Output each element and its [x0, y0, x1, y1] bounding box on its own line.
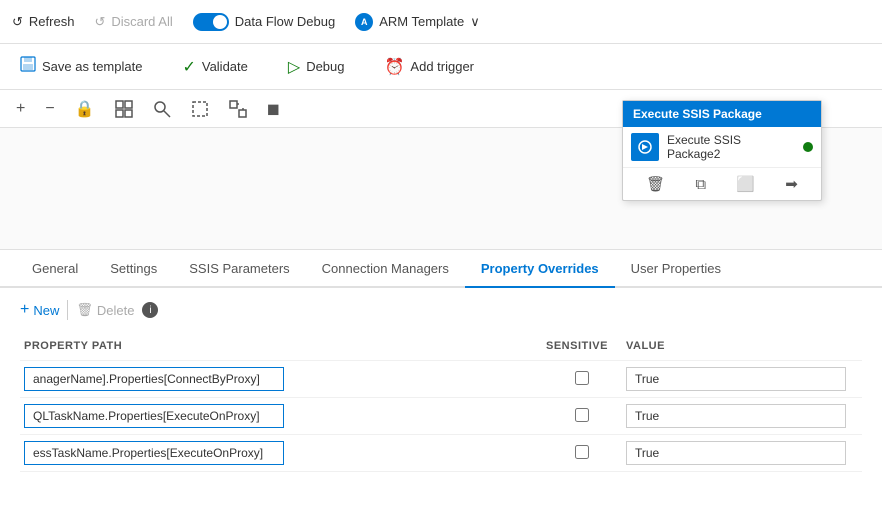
property-path-input-0[interactable] [24, 367, 284, 391]
arrow-activity-button[interactable]: ➡ [782, 172, 801, 196]
grid-tool[interactable]: ◼ [267, 99, 280, 119]
lock-tool[interactable]: 🔒 [75, 99, 95, 119]
toggle-switch[interactable] [193, 13, 229, 31]
col-header-value: VALUE [622, 336, 862, 361]
refresh-label: Refresh [29, 14, 75, 29]
ssis-card-header: Execute SSIS Package [623, 101, 821, 127]
debug-button[interactable]: ▷ Debug [280, 53, 353, 81]
save-template-button[interactable]: Save as template [12, 52, 150, 81]
sensitive-checkbox-1[interactable] [575, 408, 589, 422]
trigger-icon: ⏰ [385, 57, 405, 77]
zoom-tool[interactable] [229, 100, 247, 118]
table-header-row: PROPERTY PATH SENSITIVE VALUE [20, 336, 862, 361]
validate-button[interactable]: ✓ Validate [174, 53, 255, 81]
ssis-package-card: Execute SSIS Package Execute SSIS Packag… [622, 100, 822, 201]
tab-ssis-parameters-label: SSIS Parameters [189, 261, 289, 276]
tab-property-overrides-label: Property Overrides [481, 261, 599, 276]
top-bar: ↺ Refresh ↺ Discard All Data Flow Debug … [0, 0, 882, 44]
value-input-1[interactable] [626, 404, 846, 428]
tab-general[interactable]: General [16, 250, 94, 288]
discard-label: Discard All [111, 14, 172, 29]
plus-icon: + [20, 301, 29, 319]
refresh-button[interactable]: ↺ Refresh [12, 14, 74, 30]
debug-label: Data Flow Debug [235, 14, 335, 29]
debug-icon: ▷ [288, 57, 300, 77]
table-row [20, 361, 862, 398]
status-dot [803, 142, 813, 152]
trash-icon: 🗑 [76, 302, 93, 318]
property-path-input-1[interactable] [24, 404, 284, 428]
property-table: PROPERTY PATH SENSITIVE VALUE [20, 336, 862, 472]
clone-activity-button[interactable]: ⧉ [692, 173, 709, 196]
debug-label: Debug [306, 59, 344, 74]
arm-template-label: ARM Template [379, 14, 464, 29]
chevron-down-icon: ∨ [470, 14, 480, 30]
sensitive-checkbox-2[interactable] [575, 445, 589, 459]
value-input-0[interactable] [626, 367, 846, 391]
remove-tool[interactable]: − [45, 100, 54, 118]
action-divider [67, 300, 68, 320]
tab-settings[interactable]: Settings [94, 250, 173, 288]
arm-icon: A [355, 13, 373, 31]
tab-user-properties[interactable]: User Properties [615, 250, 737, 288]
tab-ssis-parameters[interactable]: SSIS Parameters [173, 250, 305, 288]
tab-connection-managers[interactable]: Connection Managers [306, 250, 465, 288]
property-path-input-2[interactable] [24, 441, 284, 465]
validate-icon: ✓ [182, 57, 195, 77]
fit-tool[interactable] [115, 100, 133, 118]
discard-icon: ↺ [94, 14, 105, 30]
tab-general-label: General [32, 261, 78, 276]
tab-connection-managers-label: Connection Managers [322, 261, 449, 276]
tabs-bar: General Settings SSIS Parameters Connect… [0, 250, 882, 288]
discard-all-button[interactable]: ↺ Discard All [94, 14, 172, 30]
save-icon [20, 56, 36, 77]
ssis-card-body[interactable]: Execute SSIS Package2 [623, 127, 821, 168]
action-bar: + New 🗑 Delete i [20, 300, 862, 320]
arm-template-menu[interactable]: A ARM Template ∨ [355, 13, 480, 31]
data-flow-debug-toggle[interactable]: Data Flow Debug [193, 13, 335, 31]
col-header-sensitive: SENSITIVE [542, 336, 622, 361]
refresh-icon: ↺ [12, 14, 23, 30]
table-row [20, 398, 862, 435]
value-input-2[interactable] [626, 441, 846, 465]
new-button[interactable]: + New [20, 301, 59, 319]
toolbar: Save as template ✓ Validate ▷ Debug ⏰ Ad… [0, 44, 882, 90]
delete-label: Delete [97, 303, 135, 318]
trigger-label: Add trigger [410, 59, 474, 74]
ssis-card-actions: 🗑 ⧉ ⬜ ➡ [623, 168, 821, 200]
save-label: Save as template [42, 59, 142, 74]
tab-property-overrides[interactable]: Property Overrides [465, 250, 615, 288]
canvas-area: + − 🔒 ◼ Execute SSIS Package [0, 90, 882, 250]
validate-label: Validate [202, 59, 248, 74]
add-trigger-button[interactable]: ⏰ Add trigger [377, 53, 483, 81]
add-tool[interactable]: + [16, 100, 25, 118]
ssis-header-text: Execute SSIS Package [633, 107, 762, 121]
ssis-activity-name: Execute SSIS Package2 [667, 133, 795, 161]
search-tool[interactable] [153, 100, 171, 118]
tab-settings-label: Settings [110, 261, 157, 276]
delete-button[interactable]: 🗑 Delete [76, 302, 134, 318]
copy-activity-button[interactable]: ⬜ [733, 172, 758, 196]
col-header-path: PROPERTY PATH [20, 336, 542, 361]
table-row [20, 435, 862, 472]
delete-activity-button[interactable]: 🗑 [643, 172, 668, 196]
info-icon[interactable]: i [142, 302, 158, 318]
select-tool[interactable] [191, 100, 209, 118]
tab-user-properties-label: User Properties [631, 261, 721, 276]
sensitive-checkbox-0[interactable] [575, 371, 589, 385]
content-area: + New 🗑 Delete i PROPERTY PATH SENSITIVE… [0, 288, 882, 484]
new-label: New [33, 303, 59, 318]
ssis-activity-icon [631, 133, 659, 161]
